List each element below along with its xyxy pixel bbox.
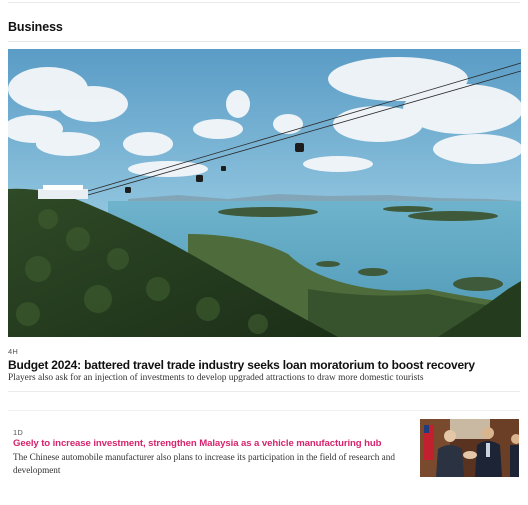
hero-image[interactable] xyxy=(8,49,521,337)
story-timestamp: 1D xyxy=(13,428,23,437)
cable-car-landscape-photo-icon xyxy=(8,49,521,337)
handshake-photo-icon xyxy=(420,419,519,477)
section-title[interactable]: Business xyxy=(8,20,63,34)
divider xyxy=(8,410,520,411)
story-thumbnail[interactable] xyxy=(420,419,519,477)
hero-summary: Players also ask for an injection of inv… xyxy=(8,373,424,383)
top-divider xyxy=(8,2,520,3)
story-summary: The Chinese automobile manufacturer also… xyxy=(13,452,395,475)
story-headline-link[interactable]: Geely to increase investment, strengthen… xyxy=(13,438,413,449)
hero-headline-link[interactable]: Budget 2024: battered travel trade indus… xyxy=(8,358,523,372)
divider xyxy=(8,391,520,392)
hero-timestamp: 4H xyxy=(8,347,18,356)
section-divider xyxy=(8,41,520,42)
